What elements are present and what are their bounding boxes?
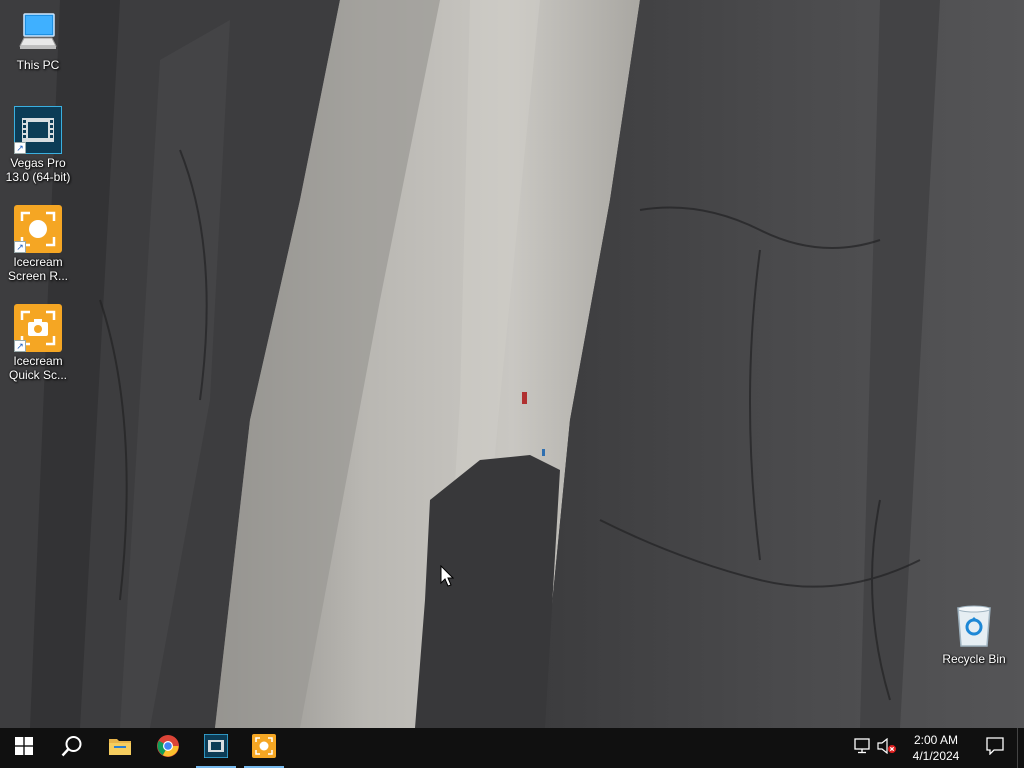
vegas-pro-icon (203, 732, 229, 763)
taskbar-file-explorer[interactable] (96, 728, 144, 768)
recycle-bin-icon (950, 602, 998, 650)
shortcut-arrow-icon: ↗ (14, 340, 26, 352)
desktop-icon-label: Icecream Screen R... (7, 255, 69, 283)
icecream-screen-recorder-icon: ↗ (14, 205, 62, 253)
desktop-icon-label: Icecream Quick Sc... (8, 354, 67, 382)
desktop-icon-recycle-bin[interactable]: Recycle Bin (936, 602, 1012, 666)
network-tray-button[interactable] (851, 728, 875, 768)
desktop-icon-label: Recycle Bin (942, 652, 1006, 666)
volume-tray-button[interactable] (875, 728, 899, 768)
network-icon (854, 737, 872, 759)
desktop-icon-icecream-quick-screenshot[interactable]: ↗ Icecream Quick Sc... (0, 304, 76, 382)
desktop-icon-label: This PC (16, 58, 60, 72)
taskbar: 2:00 AM 4/1/2024 (0, 728, 1024, 768)
folder-icon (108, 736, 132, 761)
taskbar-icecream[interactable] (240, 728, 288, 768)
vegas-pro-icon: ↗ (13, 105, 63, 155)
show-desktop-button[interactable] (1017, 728, 1024, 768)
desktop-icon-icecream-screen-recorder[interactable]: ↗ Icecream Screen R... (0, 205, 76, 283)
icecream-quick-screenshot-icon: ↗ (14, 304, 62, 352)
clock-date: 4/1/2024 (912, 749, 960, 763)
desktop-wallpaper (0, 0, 1024, 728)
search-icon (61, 735, 83, 762)
chrome-icon (156, 734, 180, 763)
shortcut-arrow-icon: ↗ (14, 241, 26, 253)
desktop-icon-this-pc[interactable]: This PC (0, 8, 76, 72)
taskbar-chrome[interactable] (144, 728, 192, 768)
desktop-icon-vegas-pro[interactable]: ↗ Vegas Pro 13.0 (64-bit) (0, 105, 76, 184)
windows-logo-icon (15, 736, 33, 760)
action-center-icon (986, 736, 1004, 760)
clock[interactable]: 2:00 AM 4/1/2024 (899, 732, 973, 764)
mouse-cursor-icon (440, 564, 455, 592)
taskbar-vegas-pro[interactable] (192, 728, 240, 768)
clock-time: 2:00 AM (913, 733, 959, 747)
this-pc-icon (14, 8, 62, 56)
search-button[interactable] (48, 728, 96, 768)
action-center-button[interactable] (973, 728, 1017, 768)
desktop-icon-label: Vegas Pro 13.0 (64-bit) (5, 156, 71, 184)
shortcut-arrow-icon: ↗ (14, 142, 26, 154)
system-tray: 2:00 AM 4/1/2024 (851, 728, 1024, 768)
icecream-icon (252, 733, 276, 763)
start-button[interactable] (0, 728, 48, 768)
volume-muted-icon (877, 737, 897, 759)
